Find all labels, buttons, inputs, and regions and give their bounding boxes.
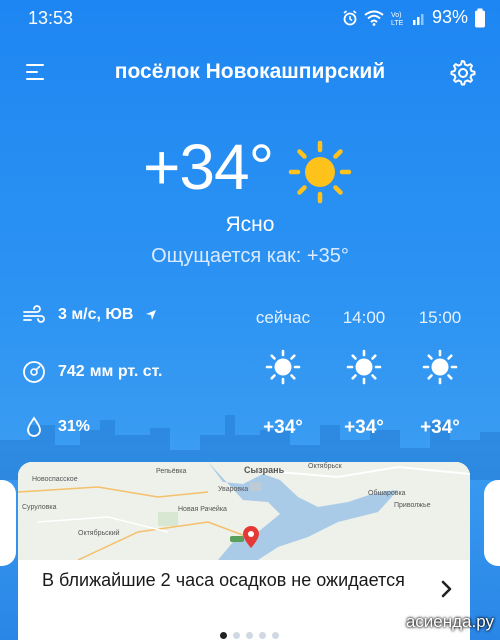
wind-row: 3 м/с, ЮВ xyxy=(22,305,170,325)
wind-direction-icon xyxy=(146,310,157,320)
page-dot[interactable] xyxy=(220,632,227,639)
hour-label: 14:00 xyxy=(342,308,386,327)
battery-icon xyxy=(475,8,485,27)
sun-icon xyxy=(346,349,382,385)
chevron-right-icon[interactable] xyxy=(436,579,456,599)
drop-icon xyxy=(27,416,41,437)
prev-card-edge[interactable] xyxy=(0,480,16,566)
current-temperature: +34° xyxy=(143,131,274,203)
pressure-gauge-icon xyxy=(23,361,45,383)
wifi-icon xyxy=(364,10,384,26)
location-pin-icon xyxy=(243,526,259,548)
status-bar: 13:53 Vo) LTE 93% xyxy=(0,0,500,36)
hour-temp: +34° xyxy=(344,417,384,438)
precipitation-text: В ближайшие 2 часа осадков не ожидается xyxy=(42,570,405,590)
map-place-label: Уваровка xyxy=(218,486,249,493)
battery-percent: 93% xyxy=(431,7,468,27)
pressure-row: 742 мм рт. ст. xyxy=(22,360,162,384)
status-time: 13:53 xyxy=(28,8,74,28)
hour-label-partial: 1 xyxy=(480,308,500,328)
humidity-row: 31% xyxy=(22,415,95,439)
map-place-label: Новая Рачейка xyxy=(178,506,227,513)
map-place-label: Октябрьск xyxy=(308,463,342,470)
wind-value: 3 м/с, ЮВ xyxy=(58,306,134,323)
pressure-unit: мм рт. ст. xyxy=(89,363,163,380)
watermark: асиенда.ру xyxy=(405,612,494,631)
pressure-value: 742 xyxy=(58,363,85,380)
hour-label: 15:00 xyxy=(418,308,462,327)
map-place-label: Обшаровка xyxy=(368,490,406,497)
alarm-icon xyxy=(343,9,357,25)
gear-icon[interactable] xyxy=(448,58,476,86)
app-header: посёлок Новокашпирский xyxy=(0,48,500,96)
condition-text: Ясно xyxy=(225,213,275,236)
wind-icon xyxy=(23,305,45,323)
feels-like-text: Ощущается как: +35° xyxy=(151,245,349,267)
precipitation-map[interactable]: Репьёвка Сызрань Октябрьск Новоспасское … xyxy=(18,462,470,561)
map-place-label: Новоспасское xyxy=(32,476,78,483)
map-place-label: Репьёвка xyxy=(156,468,187,475)
next-card-edge[interactable] xyxy=(484,480,500,566)
map-place-label: Суруловка xyxy=(22,504,57,511)
page-dot[interactable] xyxy=(233,632,240,639)
sun-icon xyxy=(288,140,352,204)
hour-temp: +34° xyxy=(420,417,460,438)
sun-icon xyxy=(265,349,301,385)
map-place-label: Октябрьский xyxy=(78,530,120,537)
map-place-label: Сызрань xyxy=(244,465,285,475)
sun-icon xyxy=(422,349,458,385)
page-indicator xyxy=(220,632,279,639)
location-title[interactable]: посёлок Новокашпирский xyxy=(0,60,500,84)
volte-icon: Vo)LTE xyxy=(391,12,404,27)
page-dot[interactable] xyxy=(259,632,266,639)
hour-temp: +34° xyxy=(263,417,303,438)
signal-icon xyxy=(412,13,424,25)
page-dot[interactable] xyxy=(272,632,279,639)
svg-text:Vo): Vo) xyxy=(391,12,402,19)
map-place-label: Приволжье xyxy=(394,502,431,509)
svg-text:LTE: LTE xyxy=(391,20,404,27)
hour-label: сейчас xyxy=(255,308,311,327)
precipitation-map-card[interactable]: Репьёвка Сызрань Октябрьск Новоспасское … xyxy=(18,462,470,640)
page-dot[interactable] xyxy=(246,632,253,639)
humidity-value: 31% xyxy=(58,418,91,435)
